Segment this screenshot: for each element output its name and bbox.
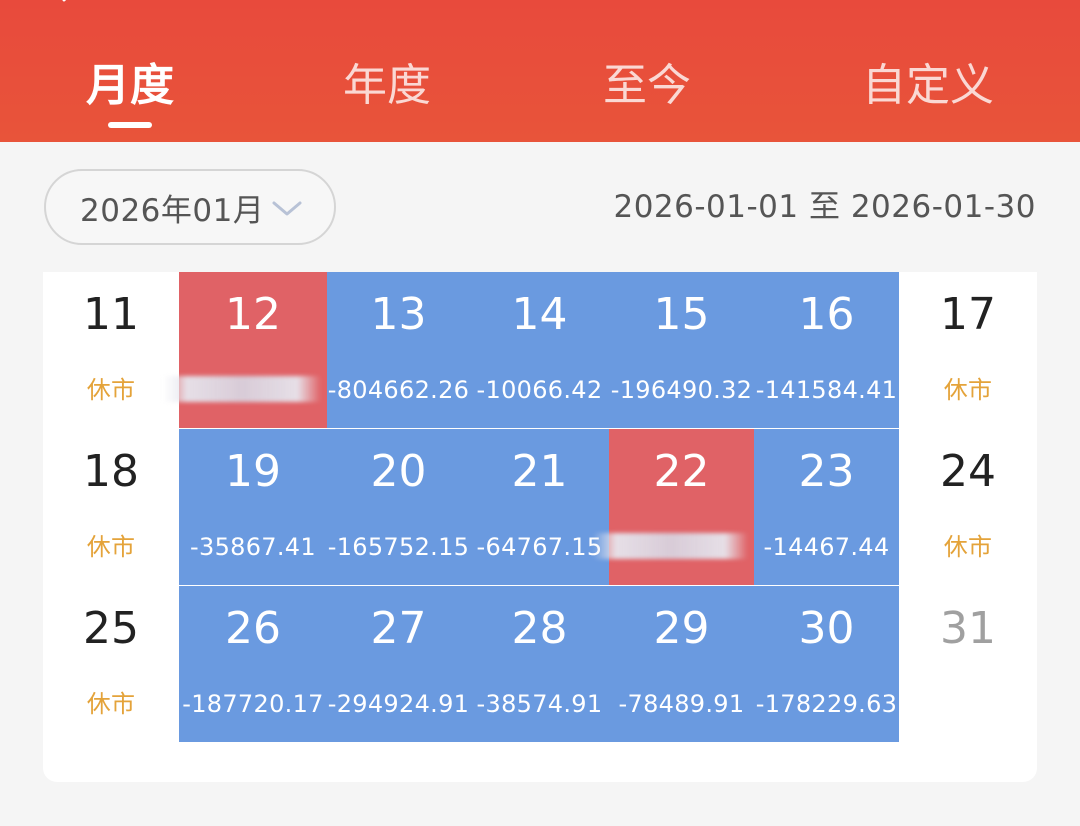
calendar-day-21[interactable]: 21 -64767.15 — [470, 429, 609, 585]
day-number: 11 — [83, 289, 139, 340]
daily-pnl-value: -10066.42 — [476, 376, 603, 404]
calendar-day-19[interactable]: 19 -35867.41 — [179, 429, 327, 585]
calendar-day-26[interactable]: 26 -187720.17 — [179, 586, 327, 742]
day-number: 17 — [940, 289, 996, 340]
day-number: 14 — [511, 289, 568, 340]
daily-pnl-value: -165752.15 — [327, 533, 470, 561]
calendar-day-11[interactable]: 11 休市 — [43, 272, 179, 428]
daily-pnl-value: -141584.41 — [755, 376, 898, 404]
tab-yearly[interactable]: 年度 — [343, 58, 431, 114]
calendar-day-12[interactable]: 12 — [163, 272, 327, 428]
calendar-day-17[interactable]: 17 休市 — [899, 272, 1037, 428]
daily-pnl-value: -294924.91 — [327, 690, 470, 718]
day-number: 12 — [225, 289, 281, 340]
month-picker-button[interactable]: 2026年01月 — [44, 169, 336, 245]
calendar-day-18[interactable]: 18 休市 — [43, 429, 179, 585]
selected-month-label: 2026年01月 — [80, 192, 265, 229]
calendar-day-29[interactable]: 29 -78489.91 — [609, 586, 754, 742]
date-range-text: 2026-01-01 至 2026-01-30 — [613, 189, 1036, 225]
day-number: 18 — [83, 446, 139, 497]
period-tabs: 月度 年度 至今 自定义 — [0, 0, 1080, 142]
daily-pnl-value: -804662.26 — [327, 376, 470, 404]
market-closed-label: 休市 — [943, 376, 993, 404]
daily-pnl-value: -187720.17 — [182, 690, 324, 718]
day-number: 24 — [940, 446, 996, 497]
daily-pnl-value: -38574.91 — [476, 690, 603, 718]
day-number: 22 — [653, 446, 710, 497]
day-number: 21 — [511, 446, 568, 497]
calendar-day-31[interactable]: 31 — [899, 586, 1037, 742]
calendar-day-16[interactable]: 16 -141584.41 — [754, 272, 899, 428]
tab-monthly[interactable]: 月度 — [86, 58, 174, 114]
day-number: 31 — [940, 603, 996, 654]
calendar-day-14[interactable]: 14 -10066.42 — [470, 272, 609, 428]
day-number: 23 — [798, 446, 855, 497]
market-closed-label: 休市 — [86, 690, 136, 718]
calendar-day-20[interactable]: 20 -165752.15 — [327, 429, 470, 585]
calendar-day-24[interactable]: 24 休市 — [899, 429, 1037, 585]
redacted-value-blur — [593, 533, 748, 559]
calendar-day-15[interactable]: 15 -196490.32 — [609, 272, 754, 428]
calendar-day-13[interactable]: 13 -804662.26 — [327, 272, 470, 428]
calendar-day-28[interactable]: 28 -38574.91 — [470, 586, 609, 742]
daily-pnl-value: -196490.32 — [610, 376, 753, 404]
day-number: 30 — [798, 603, 855, 654]
tab-to-date[interactable]: 至今 — [603, 58, 691, 114]
day-number: 29 — [653, 603, 710, 654]
active-tab-indicator — [108, 122, 152, 128]
day-number: 13 — [370, 289, 427, 340]
day-number: 28 — [511, 603, 568, 654]
redacted-value-blur — [163, 376, 321, 402]
day-number: 25 — [83, 603, 139, 654]
day-number: 27 — [370, 603, 427, 654]
day-number: 20 — [370, 446, 427, 497]
daily-pnl-value: -178229.63 — [755, 690, 898, 718]
chevron-down-icon — [272, 201, 302, 216]
calendar-grid: 11 休市 12 13 -804662.26 14 -10066.42 15 -196490.3… — [43, 272, 1037, 782]
day-number: 16 — [798, 289, 855, 340]
calendar-day-23[interactable]: 23 -14467.44 — [754, 429, 899, 585]
calendar-day-27[interactable]: 27 -294924.91 — [327, 586, 470, 742]
day-number: 19 — [225, 446, 281, 497]
day-number: 15 — [653, 289, 710, 340]
calendar-day-30[interactable]: 30 -178229.63 — [754, 586, 899, 742]
market-closed-label: 休市 — [943, 533, 993, 561]
daily-pnl-value: -78489.91 — [618, 690, 745, 718]
daily-pnl-value: -14467.44 — [763, 533, 890, 561]
day-number: 26 — [225, 603, 281, 654]
market-closed-label: 休市 — [86, 533, 136, 561]
daily-pnl-value: -35867.41 — [190, 533, 316, 561]
top-header: 月度 年度 至今 自定义 — [0, 0, 1080, 142]
tab-custom[interactable]: 自定义 — [862, 58, 994, 114]
calendar-day-22[interactable]: 22 — [593, 429, 754, 585]
calendar-day-25[interactable]: 25 休市 — [43, 586, 179, 742]
